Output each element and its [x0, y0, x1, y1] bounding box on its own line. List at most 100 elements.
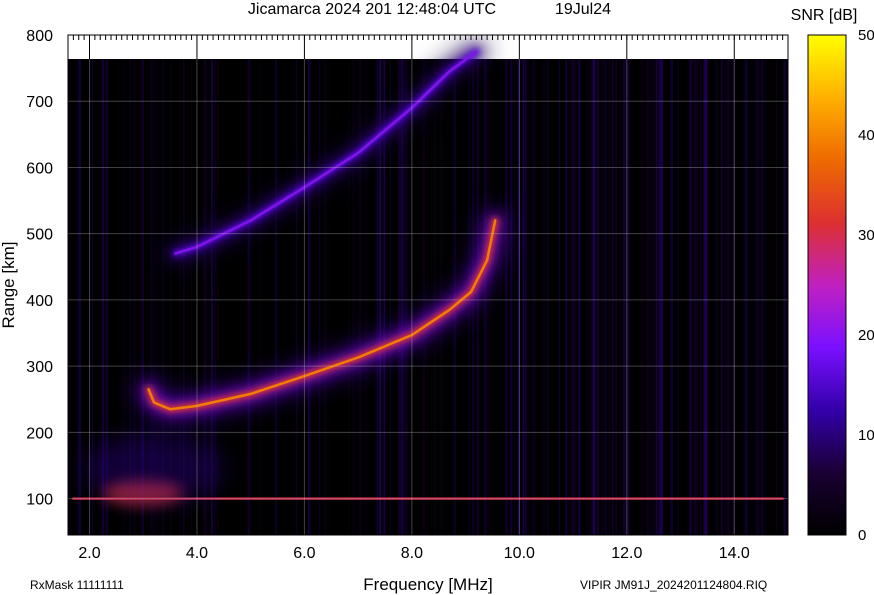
noise-column [720, 59, 723, 535]
noise-column [603, 59, 607, 535]
noise-column [565, 59, 568, 535]
noise-column [526, 59, 530, 535]
noise-column [608, 59, 611, 535]
noise-column [353, 59, 356, 535]
noise-column [655, 59, 658, 535]
noise-column [533, 59, 536, 535]
trace-point [153, 402, 155, 404]
colorbar-tick-label: 50 [858, 27, 874, 44]
x-tick-label: 10.0 [504, 545, 535, 562]
noise-column [404, 59, 408, 535]
x-axis: 2.0 4.0 6.0 8.0 10.0 12.0 14.0 [78, 545, 750, 562]
noise-column [611, 59, 614, 535]
noise-column [348, 59, 350, 535]
ionogram-chart: Jicamarca 2024 201 12:48:04 UTC 19Jul24 … [0, 1, 874, 594]
y-tick-label: 300 [26, 359, 53, 376]
noise-column [653, 59, 655, 535]
noise-column [622, 59, 626, 535]
filename-label: VIPIR JM91J_2024201124804.RIQ [580, 578, 767, 592]
y-axis-label: Range [km] [0, 242, 18, 329]
noise-column [505, 59, 508, 535]
x-tick-label: 14.0 [719, 545, 750, 562]
noise-column [760, 59, 764, 535]
x-tick-label: 2.0 [78, 545, 100, 562]
colorbar-tick-label: 10 [858, 427, 874, 444]
x-tick-label: 12.0 [611, 545, 642, 562]
noise-column [727, 59, 730, 535]
noise-column [68, 59, 71, 535]
noise-column [78, 59, 81, 535]
noise-column [758, 59, 760, 535]
y-tick-label: 600 [26, 160, 53, 177]
colorbar-tick-label: 0 [858, 527, 866, 544]
noise-column [426, 59, 428, 535]
x-tick-label: 8.0 [401, 545, 423, 562]
noise-column [689, 59, 692, 535]
noise-column [649, 59, 653, 535]
noise-column [601, 59, 604, 535]
noise-column [724, 59, 728, 535]
noise-column [532, 59, 534, 535]
noise-column [352, 59, 354, 535]
noise-column [706, 59, 709, 535]
noise-column [570, 59, 572, 535]
noise-column [775, 59, 778, 535]
noise-column [597, 59, 600, 535]
noise-column [703, 59, 705, 535]
trace-point [169, 408, 171, 410]
noise-column [697, 59, 699, 535]
trace-point [448, 309, 450, 311]
noise-column [715, 59, 718, 535]
trace-point [494, 219, 496, 221]
y-tick-label: 100 [26, 492, 53, 509]
noise-column [483, 59, 487, 535]
noise-column [722, 59, 724, 535]
colorbar-label: SNR [dB] [791, 7, 858, 24]
colorbar-tick-label: 40 [858, 127, 874, 144]
y-tick-label: 400 [26, 293, 53, 310]
x-tick-label: 4.0 [186, 545, 208, 562]
noise-column [422, 59, 426, 535]
x-tick-label: 6.0 [293, 545, 315, 562]
noise-column [490, 59, 493, 535]
colorbar-ticks: 0 10 20 30 40 50 [858, 27, 874, 544]
chart-title: Jicamarca 2024 201 12:48:04 UTC [248, 1, 496, 18]
trace-point [250, 219, 252, 221]
colorbar-tick-label: 30 [858, 227, 874, 244]
noise-column [547, 59, 550, 535]
noise-column [764, 59, 766, 535]
trace-point [357, 152, 359, 154]
noise-column [586, 59, 588, 535]
rxmask-label: RxMask 11111111 [30, 578, 124, 592]
noise-column [510, 59, 513, 535]
chart-date: 19Jul24 [555, 1, 611, 18]
noise-column [308, 59, 311, 535]
noise-column [572, 59, 575, 535]
trace-point [250, 393, 252, 395]
noise-column [325, 59, 327, 535]
y-tick-label: 500 [26, 227, 53, 244]
noise-column [699, 59, 701, 535]
noise-column [558, 59, 560, 535]
noise-column [754, 59, 756, 535]
noise-column [783, 59, 785, 535]
noise-column [318, 59, 321, 535]
noise-column [486, 59, 490, 535]
noise-column [434, 59, 436, 535]
noise-column [750, 59, 753, 535]
noise-column [323, 59, 325, 535]
noise-column [645, 59, 648, 535]
noise-column [627, 59, 629, 535]
noise-column [745, 59, 749, 535]
trace-point [470, 291, 472, 293]
noise-column [247, 59, 251, 535]
e-layer-haze [83, 433, 224, 504]
trace-point [357, 357, 359, 359]
y-axis: 100 200 300 400 500 600 700 800 [26, 28, 53, 509]
trace-point [475, 51, 477, 53]
noise-column [676, 59, 680, 535]
noise-column [513, 59, 516, 535]
y-tick-label: 700 [26, 94, 53, 111]
noise-column [618, 59, 621, 535]
noise-column [440, 59, 443, 535]
